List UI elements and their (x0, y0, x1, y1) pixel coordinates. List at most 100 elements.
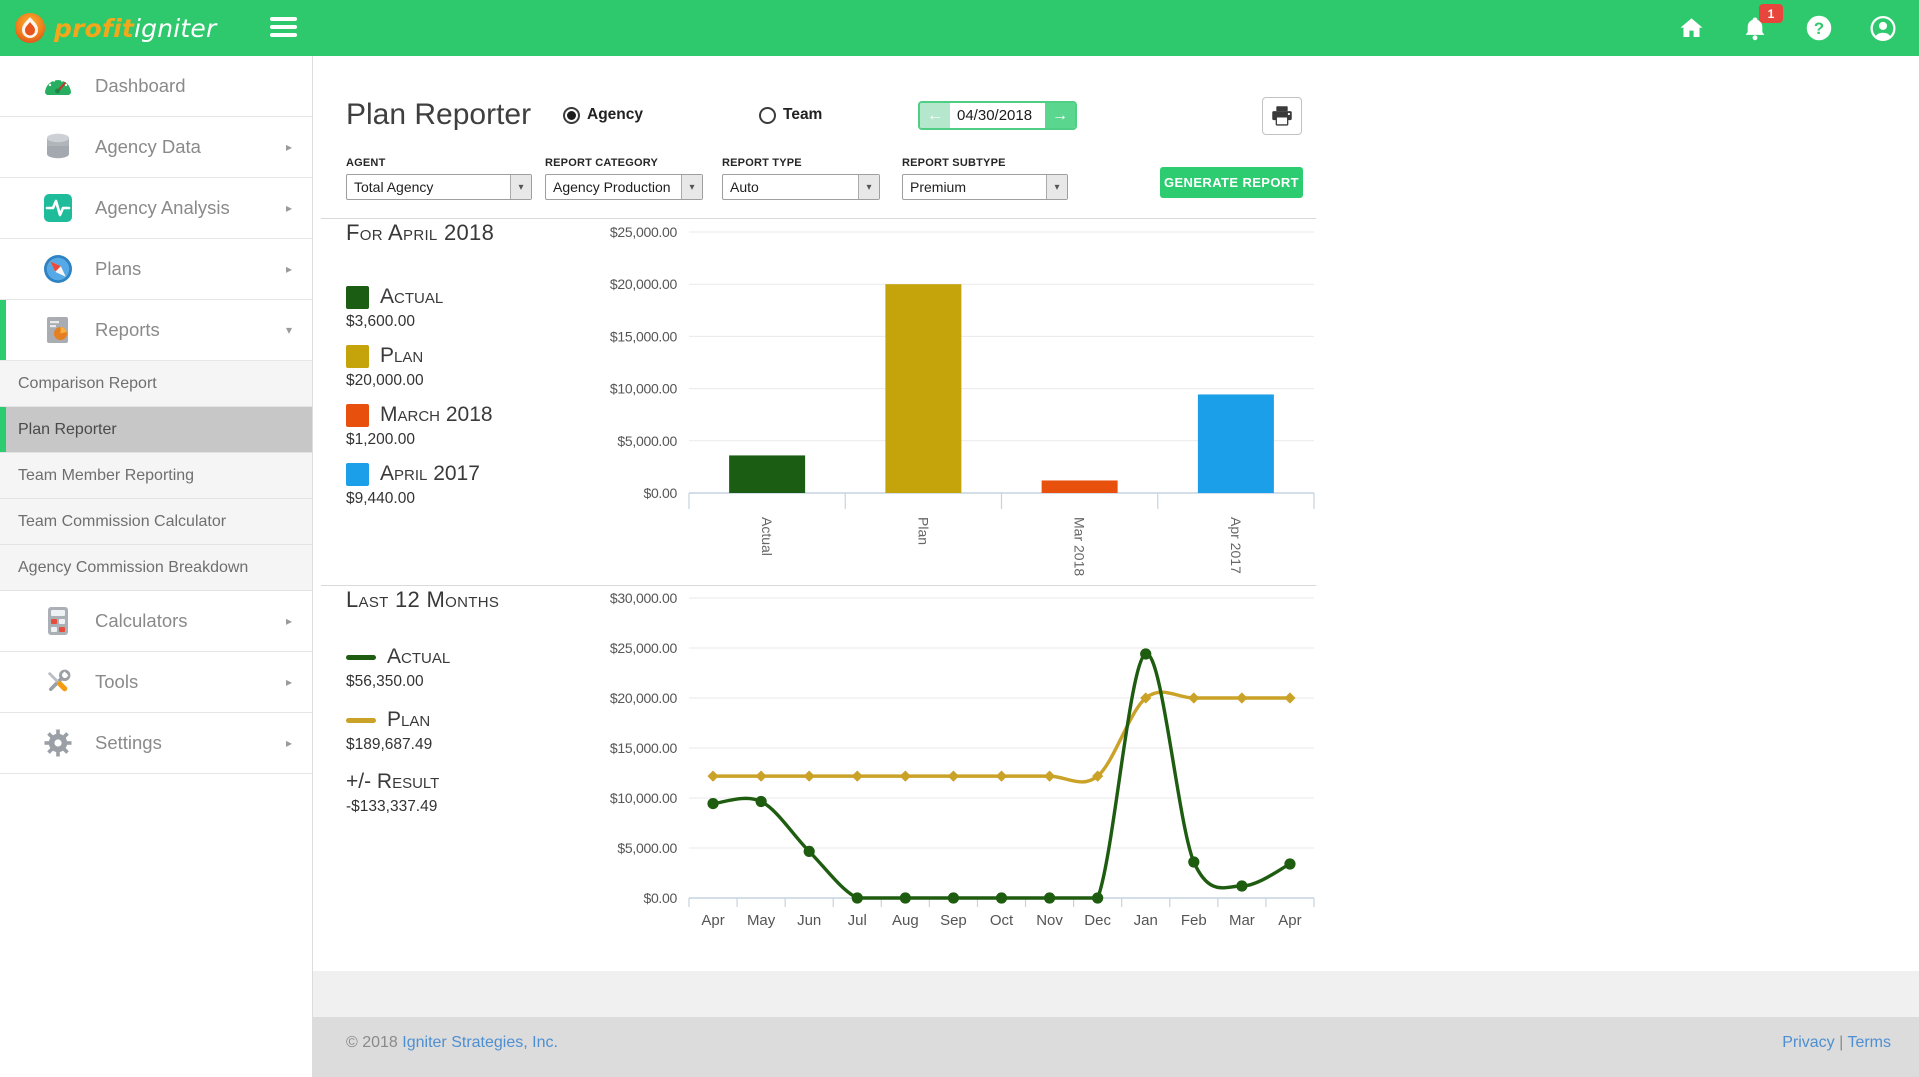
sidebar-subitem-team-member-reporting[interactable]: Team Member Reporting (0, 453, 312, 499)
svg-text:$5,000.00: $5,000.00 (617, 840, 677, 856)
svg-text:$20,000.00: $20,000.00 (610, 276, 678, 292)
march-2018-value: $1,200.00 (346, 431, 493, 449)
agent-filter: AGENT Total Agency ▾ (346, 157, 532, 200)
report-type-filter: REPORT TYPE Auto ▾ (722, 157, 880, 200)
plan-reporter-app: profitigniter 1 ? (0, 0, 1919, 1077)
sidebar-label-dashboard: Dashboard (95, 75, 186, 97)
svg-text:$15,000.00: $15,000.00 (610, 740, 678, 756)
svg-text:$15,000.00: $15,000.00 (610, 328, 678, 344)
help-icon[interactable]: ? (1805, 14, 1833, 42)
svg-text:Feb: Feb (1181, 912, 1207, 929)
account-icon[interactable] (1869, 14, 1897, 42)
sidebar-label-plans: Plans (95, 258, 141, 280)
brand-logo[interactable]: profitigniter (14, 0, 216, 56)
print-button[interactable] (1262, 97, 1302, 135)
sidebar-item-reports[interactable]: Reports ▾ (0, 300, 312, 361)
menu-toggle-icon[interactable] (270, 17, 297, 39)
select-caret-icon: ▾ (858, 175, 879, 199)
sidebar-item-dashboard[interactable]: Dashboard (0, 56, 312, 117)
april-bar-chart: $25,000.00 $20,000.00 $15,000.00 $10,000.00… (600, 218, 1316, 580)
gear-icon (42, 727, 74, 759)
sidebar-label-reports: Reports (95, 319, 160, 341)
notifications-icon[interactable]: 1 (1741, 14, 1769, 42)
report-category-select[interactable]: Agency Production ▾ (545, 174, 703, 200)
svg-text:$10,000.00: $10,000.00 (610, 381, 678, 397)
legend-plan: Plan $20,000.00 (346, 344, 424, 390)
chevron-right-icon: ▸ (286, 736, 292, 750)
sidebar-item-tools[interactable]: Tools ▸ (0, 652, 312, 713)
page-title: Plan Reporter (346, 98, 531, 132)
svg-text:May: May (747, 912, 776, 929)
report-subtype-select[interactable]: Premium ▾ (902, 174, 1068, 200)
copyright-text: © 2018 Igniter Strategies, Inc. (346, 1034, 558, 1052)
sidebar-item-calculators[interactable]: Calculators ▸ (0, 591, 312, 652)
top-header: profitigniter 1 ? (0, 0, 1919, 56)
svg-text:Oct: Oct (990, 912, 1014, 929)
sidebar-subitem-plan-reporter[interactable]: Plan Reporter (0, 407, 312, 453)
report-icon (42, 314, 74, 346)
svg-text:$20,000.00: $20,000.00 (610, 690, 678, 706)
march-2018-swatch (346, 404, 369, 427)
agency-radio[interactable]: Agency (563, 106, 643, 124)
svg-text:$0.00: $0.00 (643, 485, 677, 501)
chevron-right-icon: ▸ (286, 140, 292, 154)
svg-text:Plan: Plan (915, 517, 931, 545)
select-caret-icon: ▾ (681, 175, 702, 199)
chevron-right-icon: ▸ (286, 614, 292, 628)
report-type-select[interactable]: Auto ▾ (722, 174, 880, 200)
sidebar-label-agency-analysis: Agency Analysis (95, 197, 230, 219)
pulse-icon (42, 192, 74, 224)
agent-select[interactable]: Total Agency ▾ (346, 174, 532, 200)
sidebar-subitem-comparison-report[interactable]: Comparison Report (0, 361, 312, 407)
chevron-right-icon: ▸ (286, 262, 292, 276)
compass-icon (42, 253, 74, 285)
april-2017-value: $9,440.00 (346, 490, 480, 508)
chevron-right-icon: ▸ (286, 201, 292, 215)
next-date-button[interactable]: → (1045, 103, 1075, 128)
radio-unselected-icon (759, 107, 776, 124)
svg-text:Jun: Jun (797, 912, 821, 929)
plan-line-swatch (346, 718, 376, 723)
legend-result: +/- Result -$133,337.49 (346, 770, 439, 816)
svg-text:$25,000.00: $25,000.00 (610, 224, 678, 240)
plan-12mo-value: $189,687.49 (346, 736, 432, 754)
terms-link[interactable]: Terms (1847, 1034, 1891, 1051)
last-12-months-line-chart: $30,000.00$25,000.00$20,000.00$15,000.00… (600, 585, 1316, 935)
svg-text:Mar 2018: Mar 2018 (1072, 517, 1088, 576)
report-subtype-label: REPORT SUBTYPE (902, 157, 1068, 169)
svg-text:Actual: Actual (759, 517, 775, 556)
svg-text:$5,000.00: $5,000.00 (617, 433, 677, 449)
sidebar-nav: Dashboard Agency Data ▸ Agency Analysis … (0, 56, 313, 1077)
chevron-right-icon: ▸ (286, 675, 292, 689)
svg-text:Nov: Nov (1036, 912, 1063, 929)
home-icon[interactable] (1677, 14, 1705, 42)
last-12-months-heading: Last 12 Months (346, 587, 499, 613)
prev-date-button[interactable]: ← (920, 103, 950, 128)
sidebar-subitem-agency-commission-breakdown[interactable]: Agency Commission Breakdown (0, 545, 312, 591)
generate-report-button[interactable]: GENERATE REPORT (1160, 167, 1303, 198)
legend-plan-12mo: Plan $189,687.49 (346, 708, 432, 754)
plan-value: $20,000.00 (346, 372, 424, 390)
svg-text:$25,000.00: $25,000.00 (610, 640, 678, 656)
report-category-label: REPORT CATEGORY (545, 157, 703, 169)
company-link[interactable]: Igniter Strategies, Inc. (402, 1034, 558, 1051)
calculator-icon (42, 605, 74, 637)
select-caret-icon: ▾ (510, 175, 531, 199)
report-date-picker: ← → (918, 101, 1077, 130)
sidebar-item-settings[interactable]: Settings ▸ (0, 713, 312, 774)
svg-text:$0.00: $0.00 (643, 890, 677, 906)
sidebar-item-agency-data[interactable]: Agency Data ▸ (0, 117, 312, 178)
svg-text:Jan: Jan (1134, 912, 1158, 929)
report-subtype-filter: REPORT SUBTYPE Premium ▾ (902, 157, 1068, 200)
privacy-link[interactable]: Privacy (1782, 1034, 1834, 1051)
footer: © 2018 Igniter Strategies, Inc. Privacy … (313, 1017, 1919, 1077)
legend-actual: Actual $3,600.00 (346, 285, 443, 331)
date-input[interactable] (950, 103, 1045, 128)
sidebar-subitem-team-commission-calculator[interactable]: Team Commission Calculator (0, 499, 312, 545)
team-radio[interactable]: Team (759, 106, 822, 124)
sidebar-item-agency-analysis[interactable]: Agency Analysis ▸ (0, 178, 312, 239)
sidebar-label-agency-data: Agency Data (95, 136, 201, 158)
legend-actual-12mo: Actual $56,350.00 (346, 645, 450, 691)
sidebar-item-plans[interactable]: Plans ▸ (0, 239, 312, 300)
sidebar-label-calculators: Calculators (95, 610, 188, 632)
